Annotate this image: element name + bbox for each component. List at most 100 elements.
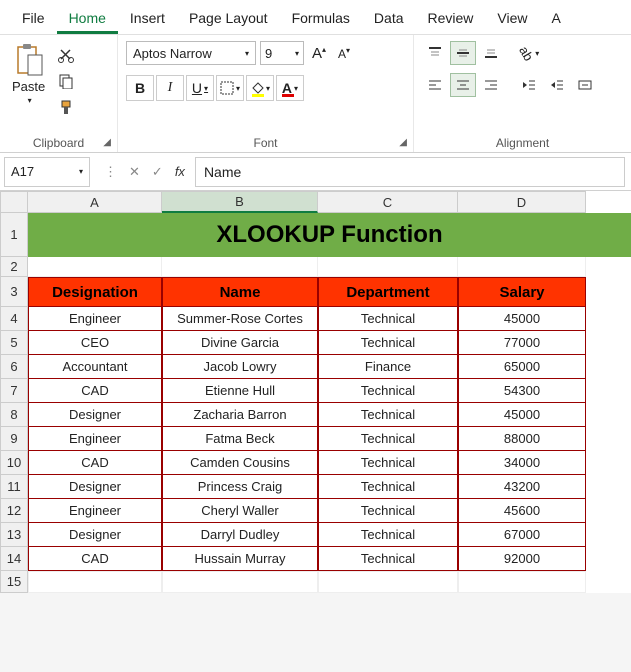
data-cell[interactable]: 45000 (458, 307, 586, 331)
col-header-d[interactable]: D (458, 191, 586, 213)
header-cell[interactable]: Salary (458, 277, 586, 307)
align-middle-button[interactable] (450, 41, 476, 65)
row-header[interactable]: 5 (0, 331, 28, 355)
font-name-select[interactable]: Aptos Narrow▾ (126, 41, 256, 65)
cell[interactable] (28, 571, 162, 593)
data-cell[interactable]: Camden Cousins (162, 451, 318, 475)
row-header[interactable]: 15 (0, 571, 28, 593)
row-header[interactable]: 12 (0, 499, 28, 523)
data-cell[interactable]: 43200 (458, 475, 586, 499)
cut-button[interactable] (55, 45, 77, 65)
data-cell[interactable]: Technical (318, 475, 458, 499)
row-header[interactable]: 14 (0, 547, 28, 571)
data-cell[interactable]: 67000 (458, 523, 586, 547)
data-cell[interactable]: Technical (318, 427, 458, 451)
data-cell[interactable]: Jacob Lowry (162, 355, 318, 379)
data-cell[interactable]: 45000 (458, 403, 586, 427)
align-center-button[interactable] (450, 73, 476, 97)
tab-formulas[interactable]: Formulas (280, 4, 362, 34)
data-cell[interactable]: Technical (318, 523, 458, 547)
align-top-button[interactable] (422, 41, 448, 65)
bold-button[interactable]: B (126, 75, 154, 101)
row-header[interactable]: 3 (0, 277, 28, 307)
cell[interactable] (162, 571, 318, 593)
orientation-button[interactable]: ab▾ (516, 41, 542, 65)
data-cell[interactable]: Etienne Hull (162, 379, 318, 403)
fill-color-button[interactable]: ▾ (246, 75, 274, 101)
data-cell[interactable]: Divine Garcia (162, 331, 318, 355)
formula-input[interactable]: Name (195, 157, 625, 187)
data-cell[interactable]: Fatma Beck (162, 427, 318, 451)
data-cell[interactable]: Finance (318, 355, 458, 379)
cell[interactable] (318, 257, 458, 277)
data-cell[interactable]: 54300 (458, 379, 586, 403)
merge-button[interactable] (572, 73, 598, 97)
data-cell[interactable]: Designer (28, 475, 162, 499)
tab-page-layout[interactable]: Page Layout (177, 4, 280, 34)
tab-home[interactable]: Home (57, 4, 118, 34)
header-cell[interactable]: Name (162, 277, 318, 307)
tab-insert[interactable]: Insert (118, 4, 177, 34)
cell[interactable] (458, 257, 586, 277)
row-header[interactable]: 2 (0, 257, 28, 277)
data-cell[interactable]: 65000 (458, 355, 586, 379)
row-header[interactable]: 4 (0, 307, 28, 331)
decrease-font-button[interactable]: A▾ (334, 46, 354, 61)
row-header[interactable]: 8 (0, 403, 28, 427)
align-left-button[interactable] (422, 73, 448, 97)
cell[interactable] (162, 257, 318, 277)
data-cell[interactable]: Designer (28, 403, 162, 427)
data-cell[interactable]: Designer (28, 523, 162, 547)
row-header[interactable]: 9 (0, 427, 28, 451)
row-header[interactable]: 13 (0, 523, 28, 547)
col-header-b[interactable]: B (162, 191, 318, 213)
data-cell[interactable]: 77000 (458, 331, 586, 355)
row-header[interactable]: 7 (0, 379, 28, 403)
cell[interactable] (28, 257, 162, 277)
data-cell[interactable]: Technical (318, 499, 458, 523)
row-header[interactable]: 6 (0, 355, 28, 379)
data-cell[interactable]: Technical (318, 403, 458, 427)
title-cell[interactable]: XLOOKUP Function (28, 213, 631, 257)
expand-icon[interactable]: ⋮ (100, 164, 121, 180)
tab-view[interactable]: View (485, 4, 539, 34)
borders-button[interactable]: ▾ (216, 75, 244, 101)
cell[interactable] (458, 571, 586, 593)
row-header[interactable]: 1 (0, 213, 28, 257)
font-color-button[interactable]: A▾ (276, 75, 304, 101)
italic-button[interactable]: I (156, 75, 184, 101)
format-painter-button[interactable] (55, 97, 77, 117)
clipboard-launcher[interactable]: ◢ (103, 137, 111, 148)
increase-indent-button[interactable] (544, 73, 570, 97)
data-cell[interactable]: Technical (318, 379, 458, 403)
data-cell[interactable]: Darryl Dudley (162, 523, 318, 547)
data-cell[interactable]: Engineer (28, 499, 162, 523)
increase-font-button[interactable]: A▴ (308, 45, 330, 62)
data-cell[interactable]: 92000 (458, 547, 586, 571)
underline-button[interactable]: U▾ (186, 75, 214, 101)
tab-data[interactable]: Data (362, 4, 416, 34)
data-cell[interactable]: Accountant (28, 355, 162, 379)
tab-review[interactable]: Review (416, 4, 486, 34)
data-cell[interactable]: Technical (318, 451, 458, 475)
align-right-button[interactable] (478, 73, 504, 97)
data-cell[interactable]: CEO (28, 331, 162, 355)
data-cell[interactable]: CAD (28, 379, 162, 403)
data-cell[interactable]: Princess Craig (162, 475, 318, 499)
name-box[interactable]: A17▾ (4, 157, 90, 187)
header-cell[interactable]: Designation (28, 277, 162, 307)
data-cell[interactable]: Engineer (28, 427, 162, 451)
header-cell[interactable]: Department (318, 277, 458, 307)
tab-file[interactable]: File (10, 4, 57, 34)
data-cell[interactable]: Summer-Rose Cortes (162, 307, 318, 331)
cancel-button[interactable]: ✕ (125, 164, 144, 180)
data-cell[interactable]: CAD (28, 547, 162, 571)
font-launcher[interactable]: ◢ (399, 137, 407, 148)
cell[interactable] (318, 571, 458, 593)
select-all-corner[interactable] (0, 191, 28, 213)
row-header[interactable]: 10 (0, 451, 28, 475)
data-cell[interactable]: 45600 (458, 499, 586, 523)
fx-button[interactable]: fx (171, 164, 189, 179)
copy-button[interactable] (55, 71, 77, 91)
paste-button[interactable]: Paste ▾ (8, 41, 49, 107)
